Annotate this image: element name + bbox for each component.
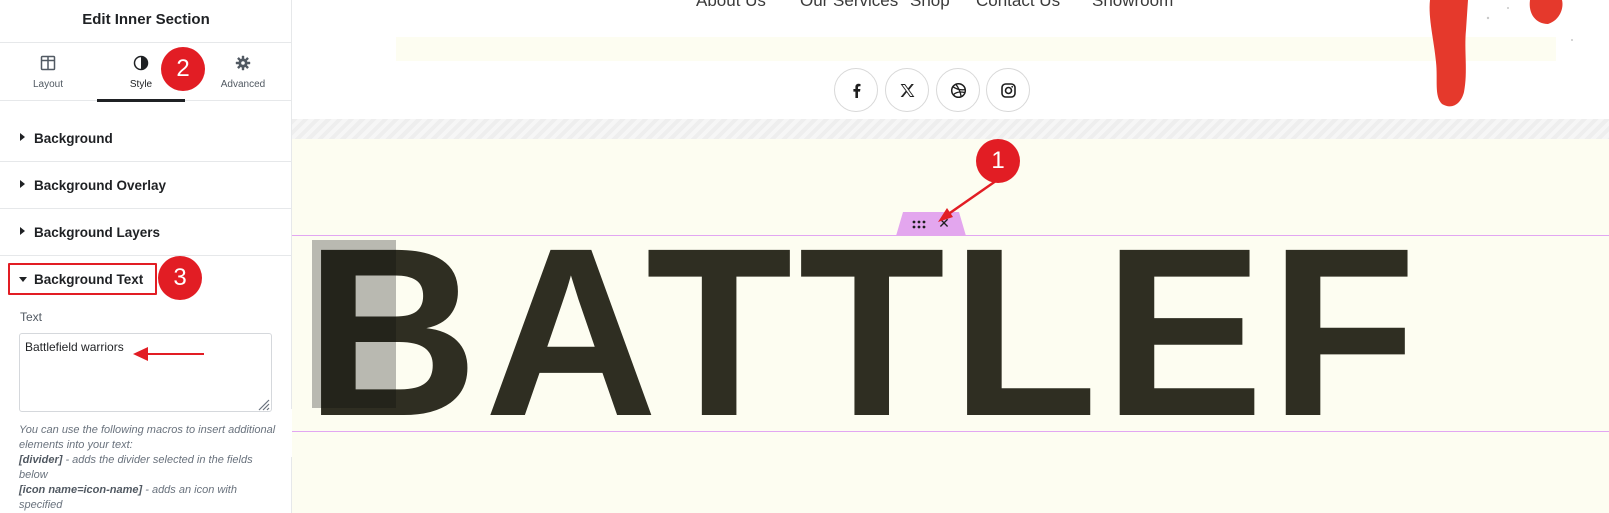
help-intro: You can use the following macros to inse… <box>19 424 276 451</box>
facebook-button[interactable] <box>834 68 878 112</box>
macro-code: [divider] <box>19 454 63 466</box>
screen: Edit Inner Section Layout Style Advanced… <box>0 0 1609 513</box>
annotation-badge-1: 1 <box>976 139 1020 183</box>
annotation-badge-3: 3 <box>158 256 202 300</box>
section-label: Background Layers <box>34 225 161 240</box>
gear-icon <box>235 55 251 71</box>
text-field-label: Text <box>20 310 43 324</box>
nav-link-showroom[interactable]: Showroom <box>1092 0 1173 11</box>
tab-advanced-label: Advanced <box>220 79 266 90</box>
panel-tabs: Layout Style Advanced <box>0 43 291 102</box>
dribbble-button[interactable] <box>936 68 980 112</box>
annotation-highlight-box <box>8 263 157 295</box>
site-navigation: About Us Our Services Shop Contact Us Sh… <box>292 0 1609 15</box>
tab-layout-label: Layout <box>32 79 64 90</box>
nav-link-about[interactable]: About Us <box>696 0 766 11</box>
section-background-layers[interactable]: Background Layers <box>0 209 291 256</box>
section-handle: ✕ <box>896 212 966 236</box>
facebook-icon <box>853 83 861 98</box>
resize-grip-icon[interactable] <box>256 397 270 411</box>
section-background-overlay[interactable]: Background Overlay <box>0 162 291 209</box>
instagram-icon <box>1001 83 1016 98</box>
half-circle-icon <box>133 55 149 71</box>
macro-help-text: You can use the following macros to inse… <box>19 423 277 513</box>
caret-right-icon <box>20 227 25 235</box>
editor-panel: Edit Inner Section Layout Style Advanced… <box>0 0 292 513</box>
tab-advanced[interactable]: Advanced <box>195 43 291 101</box>
annotation-badge-2: 2 <box>161 47 205 91</box>
x-icon <box>900 84 915 97</box>
hatched-divider <box>292 119 1609 139</box>
background-text-input[interactable]: Battlefield warriors <box>19 333 272 412</box>
nav-link-services[interactable]: Our Services <box>800 0 898 11</box>
section-label: Background <box>34 131 113 146</box>
columns-icon <box>40 55 56 71</box>
tab-layout[interactable]: Layout <box>0 43 96 101</box>
preview-canvas: About Us Our Services Shop Contact Us Sh… <box>292 0 1609 513</box>
caret-right-icon <box>20 133 25 141</box>
decorative-paint-splash <box>1429 0 1573 107</box>
x-button[interactable] <box>885 68 929 112</box>
background-text-display: BATTLEF <box>305 198 1423 466</box>
macro-code: [icon name=icon-name] <box>19 484 143 496</box>
caret-right-icon <box>20 180 25 188</box>
nav-link-shop[interactable]: Shop <box>910 0 950 11</box>
drag-dots-icon[interactable] <box>908 218 930 232</box>
help-macro-icon: [icon name=icon-name] - adds an icon wit… <box>19 483 277 513</box>
panel-title: Edit Inner Section <box>0 0 291 43</box>
close-icon[interactable]: ✕ <box>936 215 952 231</box>
dribbble-icon <box>950 82 967 99</box>
help-macro-divider: [divider] - adds the divider selected in… <box>19 453 277 483</box>
header-band <box>396 37 1556 61</box>
background-text-dark-edge <box>312 240 396 408</box>
instagram-button[interactable] <box>986 68 1030 112</box>
handle-tab <box>896 212 966 236</box>
section-label: Background Overlay <box>34 178 167 193</box>
nav-link-contact[interactable]: Contact Us <box>976 0 1060 11</box>
section-background[interactable]: Background <box>0 115 291 162</box>
